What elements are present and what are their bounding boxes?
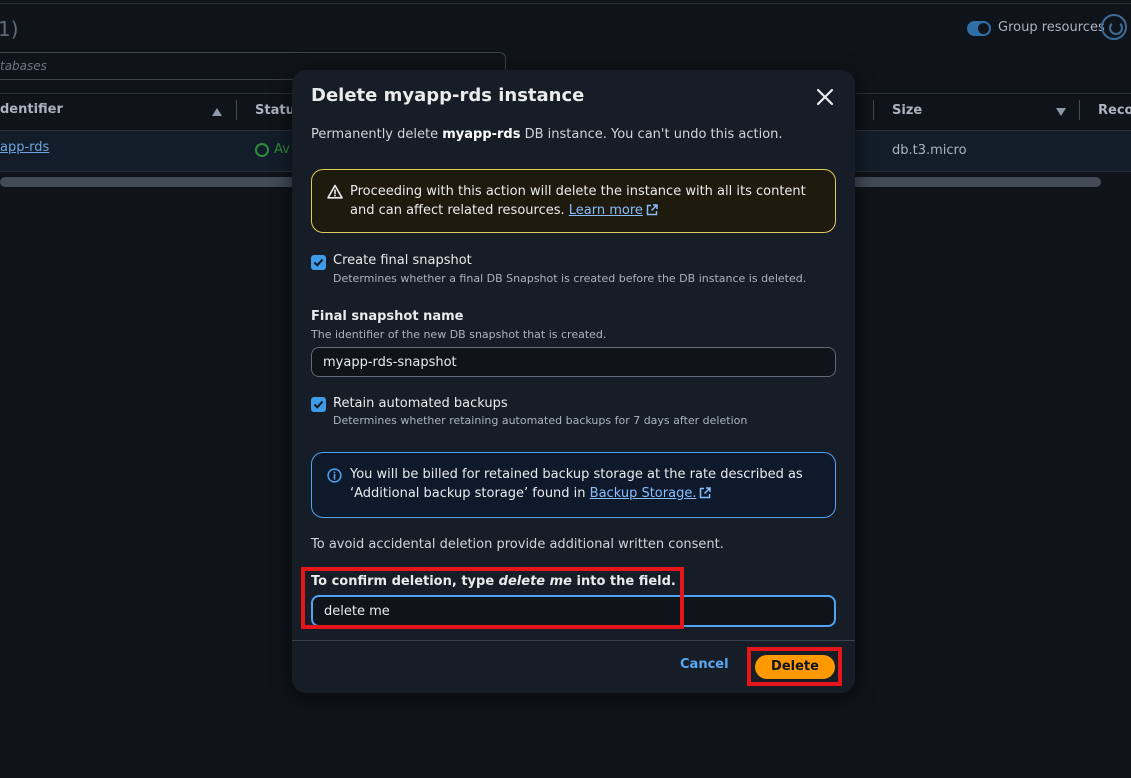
group-resources-toggle[interactable] xyxy=(967,21,991,36)
description-text: Permanently delete xyxy=(311,127,443,142)
snapshot-name-description: The identifier of the new DB snapshot th… xyxy=(311,328,607,341)
description-text: DB instance. You can't undo this action. xyxy=(520,127,783,142)
column-header-recommendations[interactable]: Recom xyxy=(1098,103,1131,118)
cancel-button[interactable]: Cancel xyxy=(680,657,729,672)
column-header-size[interactable]: Size xyxy=(892,103,922,118)
db-identifier-link[interactable]: app-rds xyxy=(0,140,49,155)
column-divider[interactable] xyxy=(236,100,237,120)
external-link-icon[interactable] xyxy=(699,486,712,505)
group-resources-label: Group resources xyxy=(998,20,1105,35)
warning-icon xyxy=(327,184,343,203)
consent-text: To avoid accidental deletion provide add… xyxy=(311,537,724,552)
check-circle-icon xyxy=(255,143,269,157)
external-link-icon[interactable] xyxy=(646,203,658,222)
modal-description: Permanently delete myapp-rds DB instance… xyxy=(311,127,783,142)
info-icon xyxy=(327,468,342,487)
sort-ascending-icon[interactable] xyxy=(212,108,222,116)
backup-storage-link[interactable]: Backup Storage. xyxy=(590,486,697,501)
highlight-box xyxy=(301,567,684,629)
close-icon[interactable] xyxy=(812,84,838,110)
refresh-icon[interactable] xyxy=(1101,14,1127,40)
column-divider[interactable] xyxy=(873,100,874,120)
info-alert: You will be billed for retained backup s… xyxy=(311,452,836,518)
resource-count: 1) xyxy=(0,17,19,41)
create-final-snapshot-checkbox[interactable] xyxy=(311,255,326,270)
highlight-box xyxy=(747,647,842,686)
warning-text: Proceeding with this action will delete … xyxy=(350,182,820,222)
snapshot-name-label: Final snapshot name xyxy=(311,309,464,324)
retain-backups-label[interactable]: Retain automated backups xyxy=(333,396,508,411)
sort-descending-icon[interactable] xyxy=(1056,108,1066,116)
modal-title: Delete myapp-rds instance xyxy=(311,85,585,106)
column-header-identifier[interactable]: dentifier xyxy=(0,102,63,117)
snapshot-name-input[interactable] xyxy=(311,347,836,377)
info-message: You will be billed for retained backup s… xyxy=(350,467,803,501)
column-divider[interactable] xyxy=(1079,100,1080,120)
search-placeholder: tabases xyxy=(0,59,47,73)
learn-more-link[interactable]: Learn more xyxy=(569,203,643,218)
retain-backups-description: Determines whether retaining automated b… xyxy=(333,414,748,427)
instance-name: myapp-rds xyxy=(442,127,521,142)
divider xyxy=(292,640,855,641)
retain-backups-checkbox[interactable] xyxy=(311,397,326,412)
create-final-snapshot-description: Determines whether a final DB Snapshot i… xyxy=(333,272,807,285)
create-final-snapshot-label[interactable]: Create final snapshot xyxy=(333,253,472,268)
info-text: You will be billed for retained backup s… xyxy=(350,465,820,505)
status-text: Av xyxy=(274,142,290,157)
size-cell: db.t3.micro xyxy=(892,143,967,158)
divider xyxy=(0,3,1131,4)
warning-alert: Proceeding with this action will delete … xyxy=(311,169,836,233)
